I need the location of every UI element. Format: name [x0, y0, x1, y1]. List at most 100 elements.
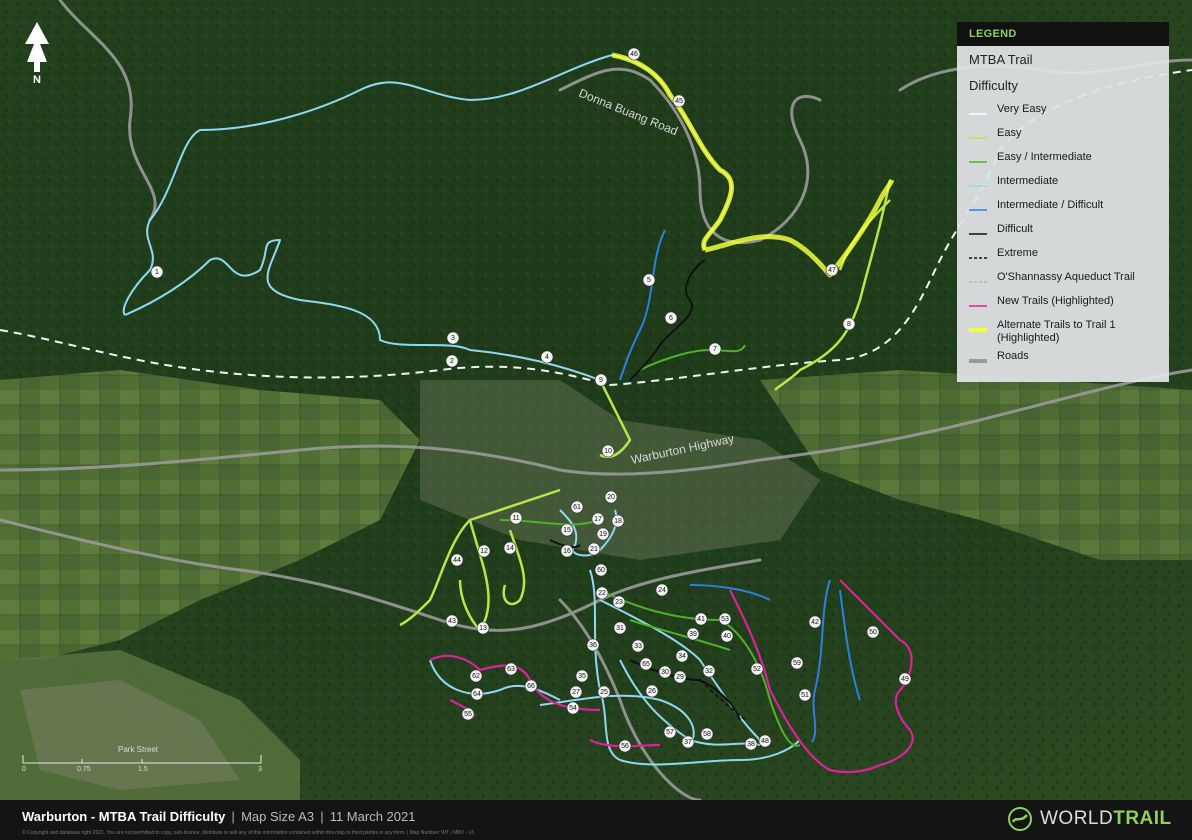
- trail-marker-20[interactable]: 20: [604, 490, 618, 504]
- trail-marker-63[interactable]: 63: [504, 662, 518, 676]
- trail-marker-60[interactable]: 60: [594, 563, 608, 577]
- trail-marker-48[interactable]: 48: [758, 734, 772, 748]
- legend-item-label: Intermediate / Difficult: [997, 199, 1104, 211]
- title-separator: |: [231, 809, 236, 824]
- legend-item: Easy / Intermediate: [957, 151, 1169, 170]
- trail-marker-13[interactable]: 13: [476, 621, 490, 635]
- trail-marker-35[interactable]: 35: [575, 669, 589, 683]
- brand-logo: WORLD TRAIL: [1008, 806, 1172, 832]
- trail-marker-27[interactable]: 27: [569, 685, 583, 699]
- trail-marker-34[interactable]: 34: [675, 649, 689, 663]
- trail-marker-26[interactable]: 26: [645, 684, 659, 698]
- trail-marker-label: 62: [472, 673, 480, 680]
- trail-marker-30[interactable]: 30: [658, 665, 672, 679]
- legend-header: LEGEND: [957, 22, 1169, 46]
- trail-marker-label: 31: [616, 625, 624, 632]
- legend-subsection-title: Difficulty: [969, 78, 1018, 93]
- trail-marker-46[interactable]: 46: [627, 47, 641, 61]
- title-separator: |: [320, 809, 324, 824]
- trail-marker-64[interactable]: 64: [470, 687, 484, 701]
- trail-marker-41[interactable]: 41: [694, 612, 708, 626]
- trail-marker-33[interactable]: 33: [631, 639, 645, 653]
- trail-marker-44[interactable]: 44: [450, 553, 464, 567]
- trail-marker-37[interactable]: 37: [681, 735, 695, 749]
- trail-marker-10[interactable]: 10: [601, 444, 615, 458]
- legend-swatch: [969, 298, 997, 308]
- north-arrow: N: [22, 22, 52, 92]
- trail-marker-36[interactable]: 36: [586, 638, 600, 652]
- trail-marker-19[interactable]: 19: [596, 527, 610, 541]
- trail-marker-11[interactable]: 11: [509, 511, 523, 525]
- trail-marker-3[interactable]: 3: [446, 331, 460, 345]
- trail-marker-14[interactable]: 14: [503, 541, 517, 555]
- brand-trail: TRAIL: [1113, 808, 1172, 829]
- trail-marker-7[interactable]: 7: [708, 342, 722, 356]
- trail-marker-54[interactable]: 54: [566, 701, 580, 715]
- trail-marker-49[interactable]: 49: [898, 672, 912, 686]
- trail-marker-label: 3: [451, 335, 455, 342]
- map-size: Map Size A3: [241, 809, 315, 824]
- north-label: N: [33, 74, 41, 86]
- trail-marker-18[interactable]: 18: [611, 514, 625, 528]
- trail-marker-label: 55: [464, 711, 472, 718]
- trail-marker-label: 16: [563, 548, 571, 555]
- legend-item: Intermediate / Difficult: [957, 199, 1169, 218]
- trail-marker-1[interactable]: 1: [150, 265, 164, 279]
- trail-marker-45[interactable]: 45: [672, 94, 686, 108]
- trail-marker-50[interactable]: 50: [866, 625, 880, 639]
- trail-marker-62[interactable]: 62: [469, 669, 483, 683]
- trail-marker-51[interactable]: 51: [798, 688, 812, 702]
- trail-marker-43[interactable]: 43: [445, 614, 459, 628]
- trail-marker-21[interactable]: 21: [587, 542, 601, 556]
- trail-marker-label: 64: [473, 691, 481, 698]
- trail-marker-label: 41: [697, 616, 705, 623]
- trail-marker-56[interactable]: 56: [618, 739, 632, 753]
- trail-marker-31[interactable]: 31: [613, 621, 627, 635]
- trail-marker-24[interactable]: 24: [655, 583, 669, 597]
- trail-marker-label: 25: [600, 689, 608, 696]
- trail-marker-label: 65: [642, 661, 650, 668]
- legend-panel: LEGEND MTBA Trail Difficulty Very Easy Ea…: [957, 22, 1169, 382]
- trail-marker-65[interactable]: 65: [639, 657, 653, 671]
- trail-marker-58[interactable]: 58: [700, 727, 714, 741]
- trail-marker-label: 26: [648, 688, 656, 695]
- legend-item-label: New Trails (Highlighted): [997, 295, 1114, 307]
- trail-marker-label: 46: [630, 51, 638, 58]
- trail-marker-66[interactable]: 66: [524, 679, 538, 693]
- trail-marker-9[interactable]: 9: [594, 373, 608, 387]
- trail-marker-5[interactable]: 5: [642, 273, 656, 287]
- trail-marker-52[interactable]: 52: [750, 662, 764, 676]
- scale-bar: 0 0.75 1.5 3: [22, 752, 262, 778]
- legend-item-label: Extreme: [997, 247, 1038, 259]
- trail-marker-42[interactable]: 42: [808, 615, 822, 629]
- legend-items: Very Easy Easy Easy / Intermediate Intermed…: [957, 103, 1169, 369]
- trail-marker-6[interactable]: 6: [664, 311, 678, 325]
- trail-marker-17[interactable]: 17: [591, 512, 605, 526]
- trail-marker-39[interactable]: 39: [686, 627, 700, 641]
- trail-marker-22[interactable]: 22: [595, 586, 609, 600]
- trail-marker-2[interactable]: 2: [445, 354, 459, 368]
- trail-marker-29[interactable]: 29: [673, 670, 687, 684]
- trail-marker-15[interactable]: 15: [560, 523, 574, 537]
- trail-marker-25[interactable]: 25: [597, 685, 611, 699]
- trail-marker-61[interactable]: 61: [570, 500, 584, 514]
- trail-marker-8[interactable]: 8: [842, 317, 856, 331]
- trail-marker-47[interactable]: 47: [825, 263, 839, 277]
- trail-marker-12[interactable]: 12: [477, 544, 491, 558]
- trail-marker-23[interactable]: 23: [612, 595, 626, 609]
- trail-marker-59[interactable]: 59: [790, 656, 804, 670]
- trail-marker-label: 11: [512, 515, 519, 522]
- trail-marker-57[interactable]: 57: [663, 725, 677, 739]
- trail-marker-32[interactable]: 32: [702, 664, 716, 678]
- trail-marker-16[interactable]: 16: [560, 544, 574, 558]
- trail-marker-4[interactable]: 4: [540, 350, 554, 364]
- trail-marker-38[interactable]: 38: [744, 737, 758, 751]
- trail-marker-label: 58: [703, 731, 711, 738]
- legend-item-label: Very Easy: [997, 103, 1047, 115]
- trail-marker-55[interactable]: 55: [461, 707, 475, 721]
- trail-marker-40[interactable]: 40: [720, 629, 734, 643]
- trail-marker-label: 23: [615, 599, 623, 606]
- trail-marker-label: 18: [614, 518, 622, 525]
- trail-marker-53[interactable]: 53: [718, 612, 732, 626]
- legend-swatch: [969, 202, 997, 212]
